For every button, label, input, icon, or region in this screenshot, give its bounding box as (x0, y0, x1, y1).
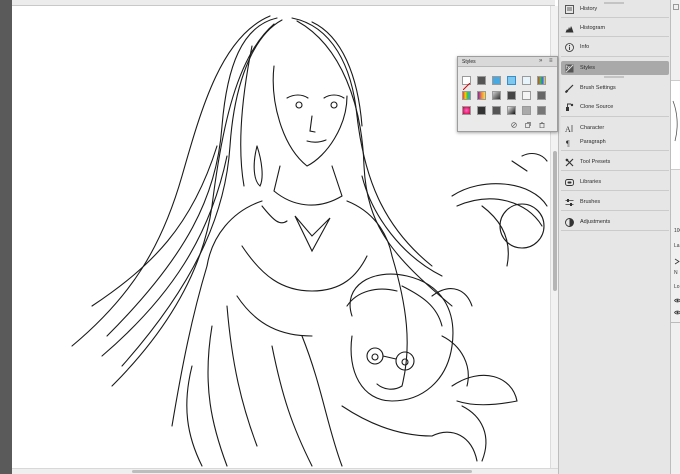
clone-source-icon (564, 102, 574, 112)
divider (561, 210, 669, 211)
dock-item-clone-source[interactable]: Clone Source (561, 100, 669, 114)
delete-style-icon[interactable] (539, 122, 545, 130)
new-style-icon[interactable] (525, 122, 531, 130)
dock-grip[interactable] (604, 76, 624, 78)
lock-label-partial: Lo (674, 284, 680, 290)
style-swatch[interactable] (507, 91, 516, 100)
style-swatch-none[interactable] (462, 76, 471, 91)
divider (561, 17, 669, 18)
blend-mode-partial[interactable] (674, 258, 680, 267)
divider (561, 36, 669, 37)
character-icon: A (564, 123, 574, 133)
dock-item-label: Styles (580, 65, 595, 71)
visibility-eye-icon[interactable] (674, 298, 680, 305)
dock-item-label: Character (580, 125, 605, 131)
style-swatch[interactable] (462, 106, 471, 115)
brushes-icon (564, 197, 574, 207)
styles-panel-title: Styles (462, 59, 476, 65)
style-swatch[interactable] (462, 91, 471, 100)
dock-item-brush-settings[interactable]: Brush Settings (561, 81, 669, 95)
libraries-icon (564, 177, 574, 187)
divider (561, 230, 669, 231)
styles-panel: Styles » ≡ (457, 56, 558, 132)
divider (561, 116, 669, 117)
dock-item-label: Clone Source (580, 104, 614, 110)
dock-item-label: Adjustments (580, 219, 611, 225)
style-swatch[interactable] (492, 91, 501, 100)
dock-item-adjustments[interactable]: Adjustments (561, 215, 669, 229)
collapse-icon[interactable]: » (539, 58, 542, 64)
properties-panel-partial: 100 La N Lo (670, 0, 680, 474)
dock-item-libraries[interactable]: Libraries (561, 175, 669, 189)
svg-text:A: A (565, 125, 571, 133)
dock-item-info[interactable]: Info (561, 40, 669, 54)
dock-item-label: History (580, 6, 598, 12)
normal-mode-partial[interactable]: N (674, 270, 678, 276)
dock-item-label: Libraries (580, 179, 602, 185)
divider (561, 170, 669, 171)
no-style-icon[interactable] (511, 122, 517, 130)
dock-item-history[interactable]: History (561, 2, 669, 16)
divider (561, 56, 669, 57)
styles-icon: fx (564, 63, 574, 73)
dock-item-label: Brush Settings (580, 85, 616, 91)
divider (561, 190, 669, 191)
dock-item-paragraph[interactable]: ¶ Paragraph (561, 135, 669, 149)
panel-tab-partial[interactable] (673, 4, 679, 10)
paragraph-icon: ¶ (564, 137, 574, 147)
style-swatch[interactable] (537, 106, 546, 115)
style-swatch[interactable] (522, 91, 531, 100)
divider (561, 150, 669, 151)
dock-item-character[interactable]: A Character (561, 121, 669, 135)
dock-item-label: Histogram (580, 25, 606, 31)
dock-item-styles[interactable]: fx Styles (561, 61, 669, 75)
style-swatch[interactable] (492, 76, 501, 85)
horizontal-scroll-thumb[interactable] (132, 470, 472, 473)
style-swatch[interactable] (477, 91, 486, 100)
style-swatch[interactable] (507, 106, 516, 115)
brush-settings-icon (564, 83, 574, 93)
style-swatch[interactable] (492, 106, 501, 115)
style-swatch[interactable] (507, 76, 516, 85)
svg-text:fx: fx (566, 65, 570, 71)
panel-dock: History Histogram Info fx Styles Brush S… (558, 0, 670, 474)
info-icon (564, 42, 574, 52)
style-swatch[interactable] (537, 76, 546, 85)
style-swatch[interactable] (537, 91, 546, 100)
zoom-readout: 100 (674, 228, 680, 234)
histogram-icon (564, 23, 574, 33)
svg-text:¶: ¶ (566, 139, 570, 147)
dock-item-tool-presets[interactable]: Tool Presets (561, 155, 669, 169)
style-swatch[interactable] (522, 76, 531, 85)
visibility-eye-icon[interactable] (674, 310, 680, 317)
dock-item-label: Tool Presets (580, 159, 611, 165)
style-swatch[interactable] (477, 76, 486, 85)
panel-menu-icon[interactable]: ≡ (549, 58, 553, 64)
canvas-horizontal-scrollbar[interactable] (12, 468, 558, 474)
styles-panel-header[interactable]: Styles » ≡ (458, 57, 557, 67)
dock-item-label: Paragraph (580, 139, 606, 145)
style-swatch[interactable] (522, 106, 531, 115)
dock-item-brushes[interactable]: Brushes (561, 195, 669, 209)
divider (671, 322, 680, 323)
photoshop-window: History Histogram Info fx Styles Brush S… (0, 0, 680, 474)
dock-item-histogram[interactable]: Histogram (561, 21, 669, 35)
dock-item-label: Info (580, 44, 590, 50)
tool-presets-icon (564, 157, 574, 167)
history-icon (564, 4, 574, 14)
layers-tab-partial[interactable]: La (674, 243, 680, 249)
vertical-scroll-thumb[interactable] (553, 151, 557, 291)
adjustments-icon (564, 217, 574, 227)
properties-preview-partial (671, 80, 680, 170)
left-toolbar-edge (0, 0, 12, 474)
arrow-icon (674, 258, 680, 265)
style-swatch[interactable] (477, 106, 486, 115)
dock-item-label: Brushes (580, 199, 601, 205)
